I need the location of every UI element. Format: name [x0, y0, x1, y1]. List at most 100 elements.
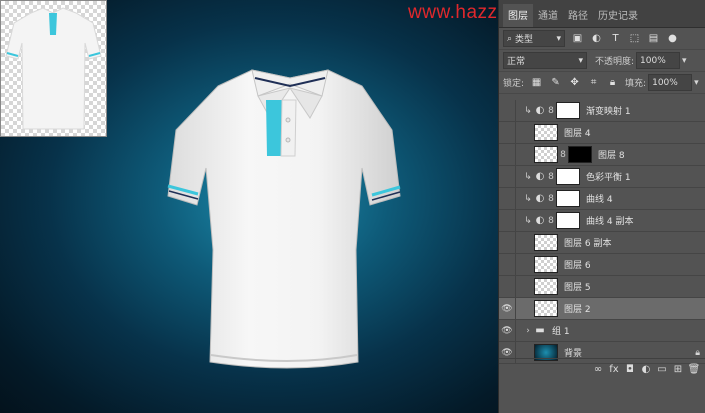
visibility-eye-icon[interactable]: [499, 210, 516, 231]
layer-thumbnail[interactable]: [534, 256, 558, 273]
adjustment-filter-icon[interactable]: ◐: [590, 33, 603, 44]
tab-history[interactable]: 历史记录: [593, 4, 643, 27]
opacity-value: 100%: [640, 55, 666, 66]
mask-icon[interactable]: ◘: [622, 364, 638, 375]
visibility-eye-icon[interactable]: [499, 232, 516, 253]
chain-link-icon[interactable]: 8: [546, 106, 556, 116]
lock-all-icon[interactable]: 🔒︎: [606, 77, 619, 88]
layer-mask-thumbnail[interactable]: [556, 190, 580, 207]
layer-row[interactable]: ↳ ◐ 8 曲线 4: [499, 188, 705, 210]
layer-thumbnail[interactable]: [534, 234, 558, 251]
layer-thumbnail[interactable]: [534, 124, 558, 141]
layer-mask-thumbnail[interactable]: [556, 168, 580, 185]
chain-link-icon[interactable]: 8: [546, 216, 556, 226]
layer-name: 图层 2: [564, 305, 591, 315]
layer-row[interactable]: 图层 6: [499, 254, 705, 276]
filter-value: 类型: [515, 35, 534, 45]
blend-row: 正常 ▾ 不透明度: 100% ▾: [499, 50, 705, 72]
layer-name: 图层 6: [564, 261, 591, 271]
blend-mode-dropdown[interactable]: 正常 ▾: [503, 52, 587, 69]
panel-tabs: 图层 通道 路径 历史记录: [499, 0, 705, 28]
spacer: ›: [526, 325, 530, 336]
layer-row[interactable]: ↳ ◐ 8 色彩平衡 1: [499, 166, 705, 188]
adjustment-icon[interactable]: ◐: [638, 364, 654, 375]
chevron-down-icon[interactable]: ▾: [682, 56, 687, 66]
adjustment-layer-icon: ◐: [535, 214, 545, 226]
visibility-eye-icon[interactable]: [499, 100, 516, 121]
visibility-eye-icon[interactable]: 👁︎: [499, 298, 516, 319]
layer-name: 图层 6 副本: [564, 239, 612, 249]
shape-filter-icon[interactable]: ⬚: [628, 33, 641, 44]
search-icon: ⌕: [507, 33, 513, 44]
layer-name: 图层 8: [598, 151, 625, 161]
layer-row[interactable]: ↳ ◐ 8 曲线 4 副本: [499, 210, 705, 232]
opacity-label: 不透明度:: [595, 57, 635, 67]
layer-name: 曲线 4 副本: [586, 217, 634, 227]
adjustment-layer-icon: ◐: [535, 170, 545, 182]
opacity-field[interactable]: 100%: [636, 52, 681, 69]
visibility-eye-icon[interactable]: [499, 144, 516, 165]
clipping-arrow-icon: ↳: [524, 105, 532, 116]
lock-row: 锁定: ▦ ✎ ✥ ⌗ 🔒︎ 填充: 100% ▾: [499, 72, 705, 94]
fill-value: 100%: [652, 77, 678, 88]
new-layer-icon[interactable]: ⊞: [670, 364, 686, 375]
tab-layers[interactable]: 图层: [503, 4, 533, 27]
tab-channels[interactable]: 通道: [533, 4, 563, 27]
smart-object-filter-icon[interactable]: ▤: [647, 33, 660, 44]
fill-field[interactable]: 100%: [648, 74, 693, 91]
layer-row[interactable]: 👁︎ 图层 2: [499, 298, 705, 320]
lock-position-icon[interactable]: ✥: [568, 77, 581, 88]
filter-row: ⌕ 类型 ▾ ▣ ◐ T ⬚ ▤ ●: [499, 28, 705, 50]
layer-filter-dropdown[interactable]: ⌕ 类型 ▾: [503, 30, 565, 47]
visibility-eye-icon[interactable]: [499, 166, 516, 187]
chain-link-icon[interactable]: 8: [558, 150, 568, 160]
layer-name: 组 1: [552, 327, 570, 337]
lock-artboard-icon[interactable]: ⌗: [587, 77, 600, 88]
layer-name: 图层 4: [564, 129, 591, 139]
adjustment-layer-icon: ◐: [535, 104, 545, 116]
tab-paths[interactable]: 路径: [563, 4, 593, 27]
folder-icon: ▬: [535, 324, 545, 336]
layer-row[interactable]: 图层 4: [499, 122, 705, 144]
layer-row[interactable]: 👁︎ › ▬ 组 1: [499, 320, 705, 342]
chevron-down-icon: ▾: [556, 33, 561, 44]
layer-row[interactable]: ↳ ◐ 8 渐变映射 1: [499, 100, 705, 122]
layer-thumbnail[interactable]: [534, 278, 558, 295]
type-filter-icon[interactable]: T: [609, 33, 622, 44]
visibility-eye-icon[interactable]: [499, 254, 516, 275]
lock-paint-icon[interactable]: ✎: [549, 77, 562, 88]
layer-name: 曲线 4: [586, 195, 613, 205]
layer-mask-thumbnail[interactable]: [556, 102, 580, 119]
link-icon[interactable]: ∞: [590, 364, 606, 375]
panel-bottom-bar: ∞ fx ◘ ◐ ▭ ⊞ 🗑︎: [499, 358, 705, 380]
blend-mode-value: 正常: [507, 57, 526, 67]
chevron-down-icon: ▾: [578, 55, 583, 66]
clipping-arrow-icon: ↳: [524, 171, 532, 182]
adjustment-layer-icon: ◐: [535, 192, 545, 204]
visibility-eye-icon[interactable]: 👁︎: [499, 320, 516, 341]
layer-thumbnail[interactable]: [534, 146, 558, 163]
layer-mask-thumbnail[interactable]: [556, 212, 580, 229]
layer-mask-thumbnail[interactable]: [568, 146, 592, 163]
visibility-eye-icon[interactable]: [499, 188, 516, 209]
filter-toggle-icon[interactable]: ●: [666, 33, 679, 44]
folder-icon[interactable]: ▭: [654, 364, 670, 375]
clipping-arrow-icon: ↳: [524, 215, 532, 226]
trash-icon[interactable]: 🗑︎: [686, 364, 702, 375]
chain-link-icon[interactable]: 8: [546, 172, 556, 182]
chain-link-icon[interactable]: 8: [546, 194, 556, 204]
layer-row[interactable]: 图层 6 副本: [499, 232, 705, 254]
pixel-filter-icon[interactable]: ▣: [571, 33, 584, 44]
layer-row[interactable]: 图层 5: [499, 276, 705, 298]
visibility-eye-icon[interactable]: [499, 276, 516, 297]
chevron-down-icon[interactable]: ▾: [694, 78, 699, 88]
visibility-eye-icon[interactable]: [499, 122, 516, 143]
layer-thumbnail[interactable]: [534, 300, 558, 317]
lock-transparent-icon[interactable]: ▦: [530, 77, 543, 88]
fill-label: 填充:: [625, 79, 647, 89]
fx-icon[interactable]: fx: [606, 364, 622, 375]
layer-name: 渐变映射 1: [586, 107, 631, 117]
document-canvas[interactable]: www.hazzhandongde.com: [0, 0, 640, 413]
layer-row[interactable]: 8 图层 8: [499, 144, 705, 166]
polo-shirt-image: [167, 69, 401, 369]
